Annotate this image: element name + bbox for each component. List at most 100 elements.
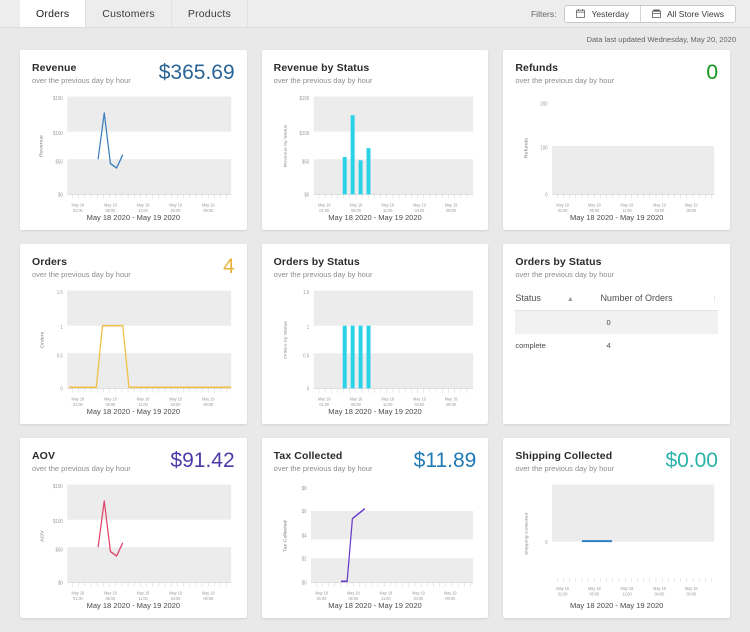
cell-status	[515, 310, 601, 334]
svg-text:$0: $0	[301, 580, 306, 587]
svg-text:04:00: 04:00	[655, 591, 665, 597]
card-tax-collected-subtitle: over the previous day by hour	[273, 464, 373, 473]
svg-text:0: 0	[545, 192, 548, 199]
table-head: Status ▲ Number of Orders ⋮	[515, 293, 718, 311]
svg-text:09:00: 09:00	[687, 208, 697, 212]
card-refunds-value: 0	[706, 61, 718, 84]
chart-refunds: 200 100 0 Refunds May 18 01:00 May 18 06…	[515, 91, 718, 212]
svg-text:AOV: AOV	[40, 530, 45, 542]
svg-text:01:00: 01:00	[558, 208, 568, 212]
svg-text:04:00: 04:00	[414, 402, 424, 406]
chart-tax-collected-svg: $8 $6 $4 $2 $0 Tax Collected May 1801:00…	[282, 486, 473, 600]
chart-tax-collected: $8 $6 $4 $2 $0 Tax Collected May 18 01:0…	[274, 479, 477, 600]
svg-text:06:00: 06:00	[106, 208, 116, 212]
column-header-number-of-orders-label: Number of Orders	[600, 293, 673, 303]
svg-text:06:00: 06:00	[351, 402, 361, 406]
card-revenue-by-status-header: Revenue by Status over the previous day …	[274, 62, 477, 85]
svg-text:$150: $150	[53, 95, 63, 102]
svg-text:11:00: 11:00	[138, 596, 148, 600]
svg-text:04:00: 04:00	[171, 402, 181, 406]
svg-text:09:00: 09:00	[687, 591, 697, 597]
filter-store-view-button[interactable]: All Store Views	[639, 5, 735, 22]
svg-text:100: 100	[541, 145, 549, 152]
orders-by-status-table: Status ▲ Number of Orders ⋮ 0 complete 4	[515, 293, 718, 357]
svg-text:11:00: 11:00	[383, 208, 393, 212]
card-revenue-title: Revenue	[32, 62, 77, 74]
svg-text:09:00: 09:00	[446, 208, 456, 212]
card-orders-by-status-table: Orders by Status over the previous day b…	[503, 244, 730, 424]
svg-text:04:00: 04:00	[414, 208, 424, 212]
last-updated-bar: Data last updated Wednesday, May 20, 202…	[0, 28, 750, 50]
column-header-status[interactable]: Status ▲	[515, 293, 601, 311]
svg-text:$0: $0	[58, 580, 63, 587]
card-orders-by-status-chart-range: May 18 2020 - May 19 2020	[328, 407, 422, 416]
chart-orders: 1.5 1 0.5 0 Orders May 18 01:00 May 18 0…	[32, 285, 235, 406]
tab-customers[interactable]: Customers	[86, 0, 172, 27]
svg-text:06:00: 06:00	[590, 591, 600, 597]
svg-text:200: 200	[541, 101, 549, 108]
card-orders-by-status-chart-subtitle: over the previous day by hour	[273, 270, 373, 279]
filter-date-range-label: Yesterday	[591, 8, 629, 19]
svg-text:Orders by Status: Orders by Status	[282, 320, 286, 359]
svg-text:11:00: 11:00	[138, 402, 148, 406]
card-tax-collected-value: $11.89	[413, 449, 477, 472]
svg-text:$50: $50	[56, 547, 64, 554]
svg-text:Tax Collected: Tax Collected	[282, 520, 287, 552]
chart-shipping-collected: 0 Shipping Collected May 18 01:00 May 18…	[515, 479, 718, 600]
card-orders-value: 4	[222, 255, 235, 278]
card-aov-title: AOV	[32, 450, 56, 462]
filters-label: Filters:	[530, 8, 557, 19]
card-aov-subtitle: over the previous day by hour	[32, 464, 131, 473]
table-header-row: Status ▲ Number of Orders ⋮	[515, 293, 718, 311]
card-refunds-header: Refunds over the previous day by hour 0	[515, 62, 718, 85]
top-navigation-bar: Orders Customers Products Filters: Yeste…	[0, 0, 750, 28]
svg-text:04:00: 04:00	[171, 208, 181, 212]
table-row[interactable]: 0	[515, 310, 718, 334]
chart-orders-svg: 1.5 1 0.5 0 Orders May 1801:00 May 1806:…	[40, 289, 232, 406]
svg-text:$150: $150	[299, 95, 309, 102]
svg-text:11:00: 11:00	[138, 208, 148, 212]
svg-text:11:00: 11:00	[623, 591, 633, 597]
sort-ascending-icon[interactable]: ▲	[567, 296, 574, 303]
filter-date-range-button[interactable]: Yesterday	[565, 5, 640, 22]
svg-text:01:00: 01:00	[558, 591, 568, 597]
card-orders-by-status-chart-header: Orders by Status over the previous day b…	[274, 256, 477, 279]
svg-text:01:00: 01:00	[319, 402, 329, 406]
card-shipping-collected-range: May 18 2020 - May 19 2020	[569, 601, 664, 610]
card-aov-value: $91.42	[170, 449, 235, 472]
filter-store-view-label: All Store Views	[666, 8, 724, 19]
filters-area: Filters: Yesterday All Store Views	[531, 0, 750, 27]
column-header-number-of-orders[interactable]: Number of Orders	[600, 293, 706, 311]
more-options-icon[interactable]: ⋮	[711, 296, 718, 303]
svg-text:$100: $100	[53, 519, 63, 526]
svg-text:0: 0	[545, 539, 548, 546]
card-orders-by-status-table-title: Orders by Status	[515, 256, 602, 268]
svg-text:09:00: 09:00	[203, 596, 213, 600]
svg-text:$50: $50	[302, 159, 310, 166]
svg-text:11:00: 11:00	[623, 208, 633, 212]
card-revenue-value: $365.69	[158, 61, 235, 84]
svg-text:09:00: 09:00	[445, 596, 455, 600]
card-shipping-collected-header: Shipping Collected over the previous day…	[515, 450, 718, 473]
svg-text:06:00: 06:00	[106, 402, 116, 406]
table-row[interactable]: complete 4	[515, 334, 718, 357]
svg-text:11:00: 11:00	[381, 596, 391, 600]
svg-text:09:00: 09:00	[203, 208, 213, 212]
svg-text:0: 0	[60, 386, 63, 393]
tab-products[interactable]: Products	[172, 0, 248, 27]
card-orders-by-status-table-header: Orders by Status over the previous day b…	[515, 256, 718, 279]
filter-button-group: Yesterday All Store Views	[564, 4, 736, 23]
tab-products-label: Products	[187, 7, 231, 20]
chart-revenue: $150 $100 $50 $0 Revenue May 18 01:00 Ma…	[32, 91, 235, 212]
tab-orders[interactable]: Orders	[20, 0, 87, 27]
column-header-status-label: Status	[515, 293, 541, 303]
store-icon	[651, 9, 661, 18]
calendar-icon	[576, 9, 586, 18]
cell-number-of-orders: 4	[606, 341, 611, 350]
card-orders-by-status-table-subtitle: over the previous day by hour	[515, 270, 615, 279]
svg-text:$50: $50	[56, 159, 64, 166]
chart-aov: $150 $100 $50 $0 AOV May 18 01:00 May 18…	[32, 479, 235, 600]
svg-text:$8: $8	[301, 486, 306, 493]
column-header-menu[interactable]: ⋮	[705, 293, 718, 311]
card-refunds-title: Refunds	[515, 62, 559, 74]
